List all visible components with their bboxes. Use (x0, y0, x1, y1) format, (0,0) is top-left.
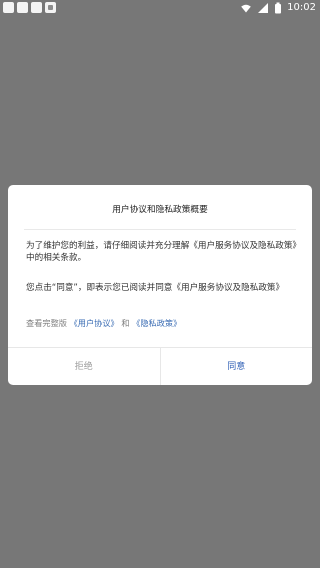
privacy-dialog: 用户协议和隐私政策概要 为了维护您的利益，请仔细阅读并充分理解《用户服务协议及隐… (8, 185, 312, 385)
agreement-paragraph-1: 为了维护您的利益，请仔细阅读并充分理解《用户服务协议及隐私政策》中的相关条款。 (26, 241, 297, 263)
dialog-button-row: 拒绝 同意 (8, 347, 312, 385)
app-icon (17, 2, 28, 13)
agree-button[interactable]: 同意 (161, 348, 313, 385)
status-left-icons (3, 2, 56, 13)
app-icon (31, 2, 42, 13)
wifi-icon (240, 2, 252, 14)
privacy-policy-link[interactable]: 《隐私政策》 (132, 318, 181, 328)
status-right-icons: 10:02 (240, 2, 316, 14)
full-version-links: 查看完整版 《用户协议》 和 《隐私政策》 (26, 318, 181, 329)
status-bar: 10:02 (0, 0, 320, 18)
battery-icon (274, 2, 282, 14)
user-agreement-link[interactable]: 《用户协议》 (70, 318, 119, 328)
agreement-paragraph-2: 您点击“同意”，即表示您已阅读并同意《用户服务协议及隐私政策》 (26, 283, 285, 293)
status-time: 10:02 (287, 2, 316, 13)
dialog-body: 为了维护您的利益，请仔细阅读并充分理解《用户服务协议及隐私政策》中的相关条款。 … (26, 240, 298, 312)
app-icon (3, 2, 14, 13)
media-icon (45, 2, 56, 13)
links-connector: 和 (121, 318, 130, 328)
dialog-divider (24, 229, 296, 230)
signal-icon (257, 2, 269, 14)
links-prefix: 查看完整版 (26, 318, 67, 328)
dialog-title: 用户协议和隐私政策概要 (112, 205, 208, 215)
reject-button[interactable]: 拒绝 (8, 348, 161, 385)
